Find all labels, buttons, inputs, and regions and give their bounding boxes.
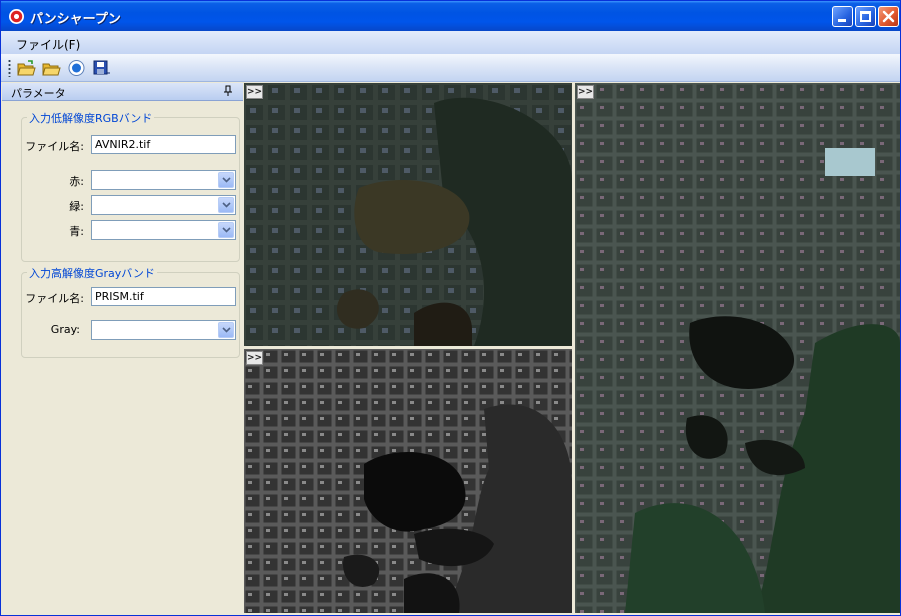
parameter-panel: パラメータ 入力低解像度RGBバンド ファイル名: AVNIR2.tif 赤: … bbox=[2, 83, 243, 613]
minimize-button[interactable] bbox=[832, 6, 853, 27]
pansharpened-image bbox=[575, 83, 900, 613]
low-res-group: 入力低解像度RGBバンド ファイル名: AVNIR2.tif 赤: 緑: 青: bbox=[21, 110, 240, 262]
toolbar bbox=[1, 54, 900, 82]
high-res-file-field[interactable]: PRISM.tif bbox=[91, 287, 236, 306]
expand-button-highres[interactable]: >> bbox=[246, 351, 263, 365]
green-label: 緑: bbox=[69, 200, 84, 213]
expand-button-result[interactable]: >> bbox=[577, 85, 594, 99]
high-res-gray-view[interactable]: >> bbox=[244, 349, 572, 613]
high-res-file-label: ファイル名: bbox=[25, 292, 84, 305]
chevron-down-icon[interactable] bbox=[218, 197, 234, 213]
main-window: パンシャープン ファイル(F) パラメータ 入力低解像度RGBバンド ファイル名… bbox=[0, 0, 901, 616]
blue-band-select[interactable] bbox=[91, 220, 236, 240]
toolbar-grip[interactable] bbox=[8, 59, 11, 77]
chevron-down-icon[interactable] bbox=[218, 322, 234, 338]
open-file-button[interactable] bbox=[42, 59, 61, 77]
menu-bar: ファイル(F) bbox=[1, 31, 900, 54]
menu-file[interactable]: ファイル(F) bbox=[16, 36, 80, 53]
window-title: パンシャープン bbox=[30, 12, 121, 27]
panel-title: パラメータ bbox=[11, 87, 66, 100]
low-res-rgb-view[interactable]: >> bbox=[244, 83, 572, 346]
chevron-down-icon[interactable] bbox=[218, 222, 234, 238]
high-res-group-title: 入力高解像度Grayバンド bbox=[27, 265, 157, 281]
title-bar[interactable]: パンシャープン bbox=[1, 1, 900, 31]
high-res-image bbox=[244, 349, 572, 613]
close-button[interactable] bbox=[878, 6, 899, 27]
low-res-image bbox=[244, 83, 572, 346]
panel-header: パラメータ bbox=[2, 83, 243, 101]
low-res-file-label: ファイル名: bbox=[25, 140, 84, 153]
open-file-icon bbox=[42, 63, 61, 76]
gray-band-select[interactable] bbox=[91, 320, 236, 340]
blue-label: 青: bbox=[69, 225, 84, 238]
pin-icon[interactable] bbox=[223, 85, 235, 98]
chevron-down-icon[interactable] bbox=[218, 172, 234, 188]
run-icon bbox=[68, 60, 85, 76]
minimize-icon bbox=[838, 19, 846, 22]
gray-label: Gray: bbox=[50, 323, 80, 336]
close-icon bbox=[882, 10, 895, 23]
high-res-group: 入力高解像度Grayバンド ファイル名: PRISM.tif Gray: bbox=[21, 265, 240, 358]
expand-button-lowres[interactable]: >> bbox=[246, 85, 263, 99]
green-band-select[interactable] bbox=[91, 195, 236, 215]
pansharpened-view[interactable]: >> bbox=[575, 83, 900, 613]
low-res-group-title: 入力低解像度RGBバンド bbox=[27, 110, 155, 126]
maximize-button[interactable] bbox=[855, 6, 876, 27]
open-folder-icon bbox=[17, 60, 36, 76]
run-button[interactable] bbox=[67, 59, 86, 77]
open-folder-button[interactable] bbox=[17, 59, 36, 77]
low-res-file-field[interactable]: AVNIR2.tif bbox=[91, 135, 236, 154]
red-label: 赤: bbox=[69, 175, 84, 188]
maximize-icon bbox=[860, 11, 871, 22]
app-icon bbox=[9, 9, 24, 24]
save-button[interactable] bbox=[92, 59, 111, 77]
save-icon bbox=[93, 60, 110, 75]
red-band-select[interactable] bbox=[91, 170, 236, 190]
